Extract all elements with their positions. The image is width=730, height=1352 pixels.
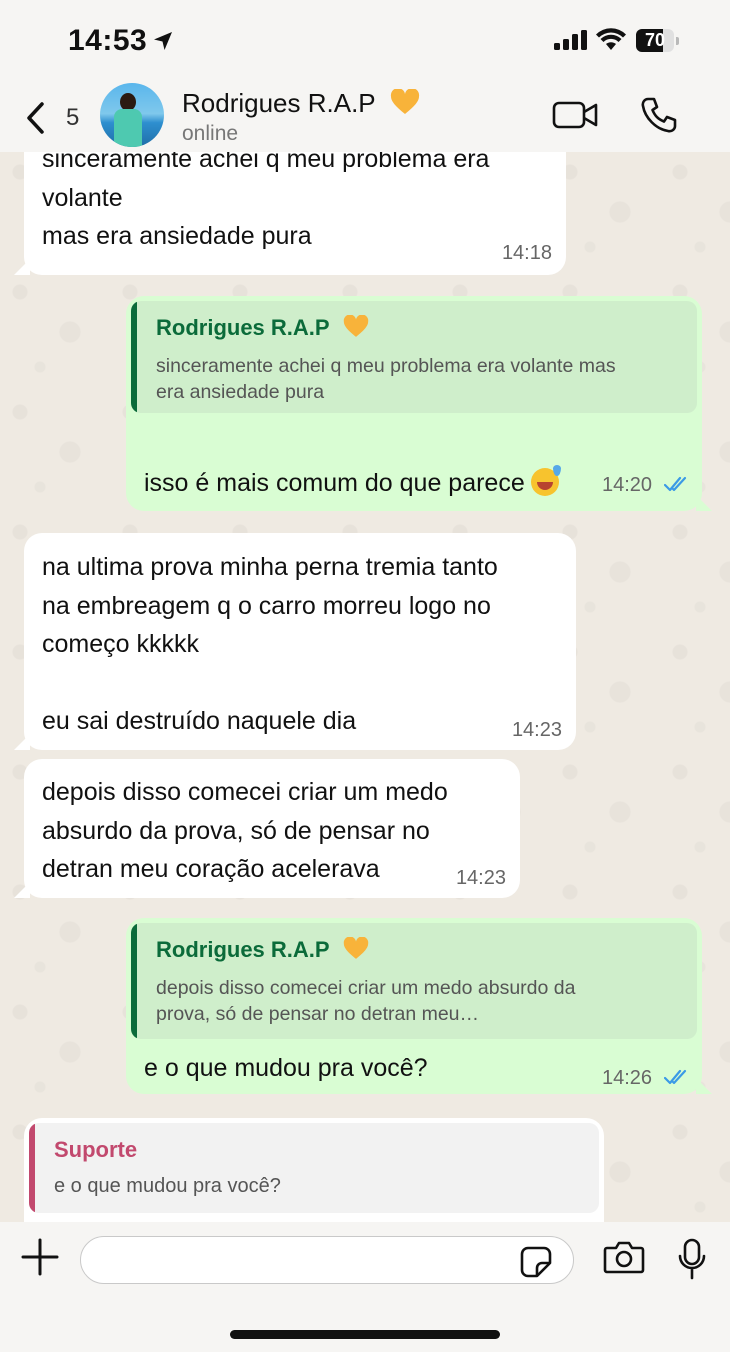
contact-name[interactable]: Rodrigues R.A.P xyxy=(182,88,420,119)
quote-accent-bar xyxy=(131,301,137,413)
quote-text: depois disso comecei criar um medo absur… xyxy=(156,977,576,1025)
message-text: na ultima prova minha perna tremia tanto… xyxy=(42,553,498,735)
battery-cap xyxy=(676,37,679,45)
quote-author-name: Rodrigues R.A.P xyxy=(156,937,330,962)
microphone-icon[interactable] xyxy=(677,1238,707,1280)
plus-icon[interactable] xyxy=(20,1237,60,1277)
quote-accent-bar xyxy=(131,923,137,1039)
contact-status: online xyxy=(182,122,239,145)
bubble-tail xyxy=(14,734,30,750)
chevron-left-icon xyxy=(27,102,44,134)
orange-heart-icon xyxy=(391,89,420,114)
read-ticks-icon xyxy=(664,1069,687,1085)
orange-heart-icon xyxy=(344,937,369,959)
input-bar xyxy=(0,1222,730,1352)
battery-indicator: 70 xyxy=(636,29,680,52)
quote-author-name: Rodrigues R.A.P xyxy=(156,315,330,340)
chat-area[interactable]: sinceramente achei q meu problema era vo… xyxy=(0,152,730,1222)
quote-author: Rodrigues R.A.P xyxy=(156,937,369,963)
message-time: 14:23 xyxy=(511,719,562,741)
camera-icon[interactable] xyxy=(603,1240,645,1274)
avatar[interactable] xyxy=(100,83,164,147)
grinning-sweat-emoji-icon xyxy=(530,464,561,496)
quoted-message[interactable]: Suporte e o que mudou pra você? xyxy=(29,1123,599,1213)
message-bubble-incoming[interactable]: depois disso comecei criar um medo absur… xyxy=(14,759,520,898)
quote-text: sinceramente achei q meu problema era vo… xyxy=(156,355,616,403)
bubble-tail xyxy=(14,259,30,275)
message-bubble-outgoing[interactable]: Rodrigues R.A.P depois disso comecei cri… xyxy=(126,918,712,1094)
message-text: isso é mais comum do que parece xyxy=(144,425,561,502)
battery-level: 70 xyxy=(644,30,666,50)
quote-text: e o que mudou pra você? xyxy=(54,1175,281,1197)
message-text: sinceramente achei q meu problema era vo… xyxy=(42,152,490,250)
contact-name-text: Rodrigues R.A.P xyxy=(182,88,376,118)
message-text: e o que mudou pra você? xyxy=(144,1054,428,1082)
message-time: 14:23 xyxy=(455,867,506,889)
wifi-icon xyxy=(596,28,626,50)
unread-count: 5 xyxy=(66,104,80,131)
video-call-icon[interactable] xyxy=(552,100,598,130)
message-text: depois disso comecei criar um medo absur… xyxy=(42,778,448,883)
quoted-message[interactable]: Rodrigues R.A.P sinceramente achei q meu… xyxy=(131,301,697,413)
bubble-tail xyxy=(696,495,712,511)
message-bubble-incoming[interactable]: sinceramente achei q meu problema era vo… xyxy=(14,152,566,275)
read-ticks-icon xyxy=(664,476,687,492)
bubble-tail xyxy=(14,882,30,898)
message-time: 14:18 xyxy=(501,242,552,264)
avatar-body xyxy=(114,109,142,147)
back-button[interactable]: 5 xyxy=(24,98,84,138)
orange-heart-icon xyxy=(344,315,369,337)
message-time: 14:20 xyxy=(602,474,653,496)
quote-author-name: Suporte xyxy=(54,1137,138,1162)
location-arrow-icon xyxy=(154,32,172,50)
message-text-content: isso é mais comum do que parece xyxy=(144,468,525,497)
cellular-signal-icon xyxy=(554,30,587,50)
quote-author: Rodrigues R.A.P xyxy=(156,315,369,341)
quoted-message[interactable]: Rodrigues R.A.P depois disso comecei cri… xyxy=(131,923,697,1039)
message-time: 14:26 xyxy=(602,1067,653,1089)
status-bar: 14:53 70 xyxy=(0,0,730,80)
sticker-icon[interactable] xyxy=(520,1246,552,1278)
home-indicator xyxy=(230,1330,500,1339)
message-bubble-outgoing[interactable]: Rodrigues R.A.P sinceramente achei q meu… xyxy=(126,296,712,511)
battery-body: 70 xyxy=(636,29,674,52)
message-bubble-incoming[interactable]: Suporte e o que mudou pra você? xyxy=(24,1118,604,1222)
bubble-tail xyxy=(696,1078,712,1094)
phone-call-icon[interactable] xyxy=(640,96,678,134)
status-time: 14:53 xyxy=(68,24,148,57)
quote-accent-bar xyxy=(29,1123,35,1213)
message-bubble-incoming[interactable]: na ultima prova minha perna tremia tanto… xyxy=(14,533,576,750)
chat-header: 5 Rodrigues R.A.P online xyxy=(0,80,730,152)
message-input[interactable] xyxy=(80,1236,574,1284)
